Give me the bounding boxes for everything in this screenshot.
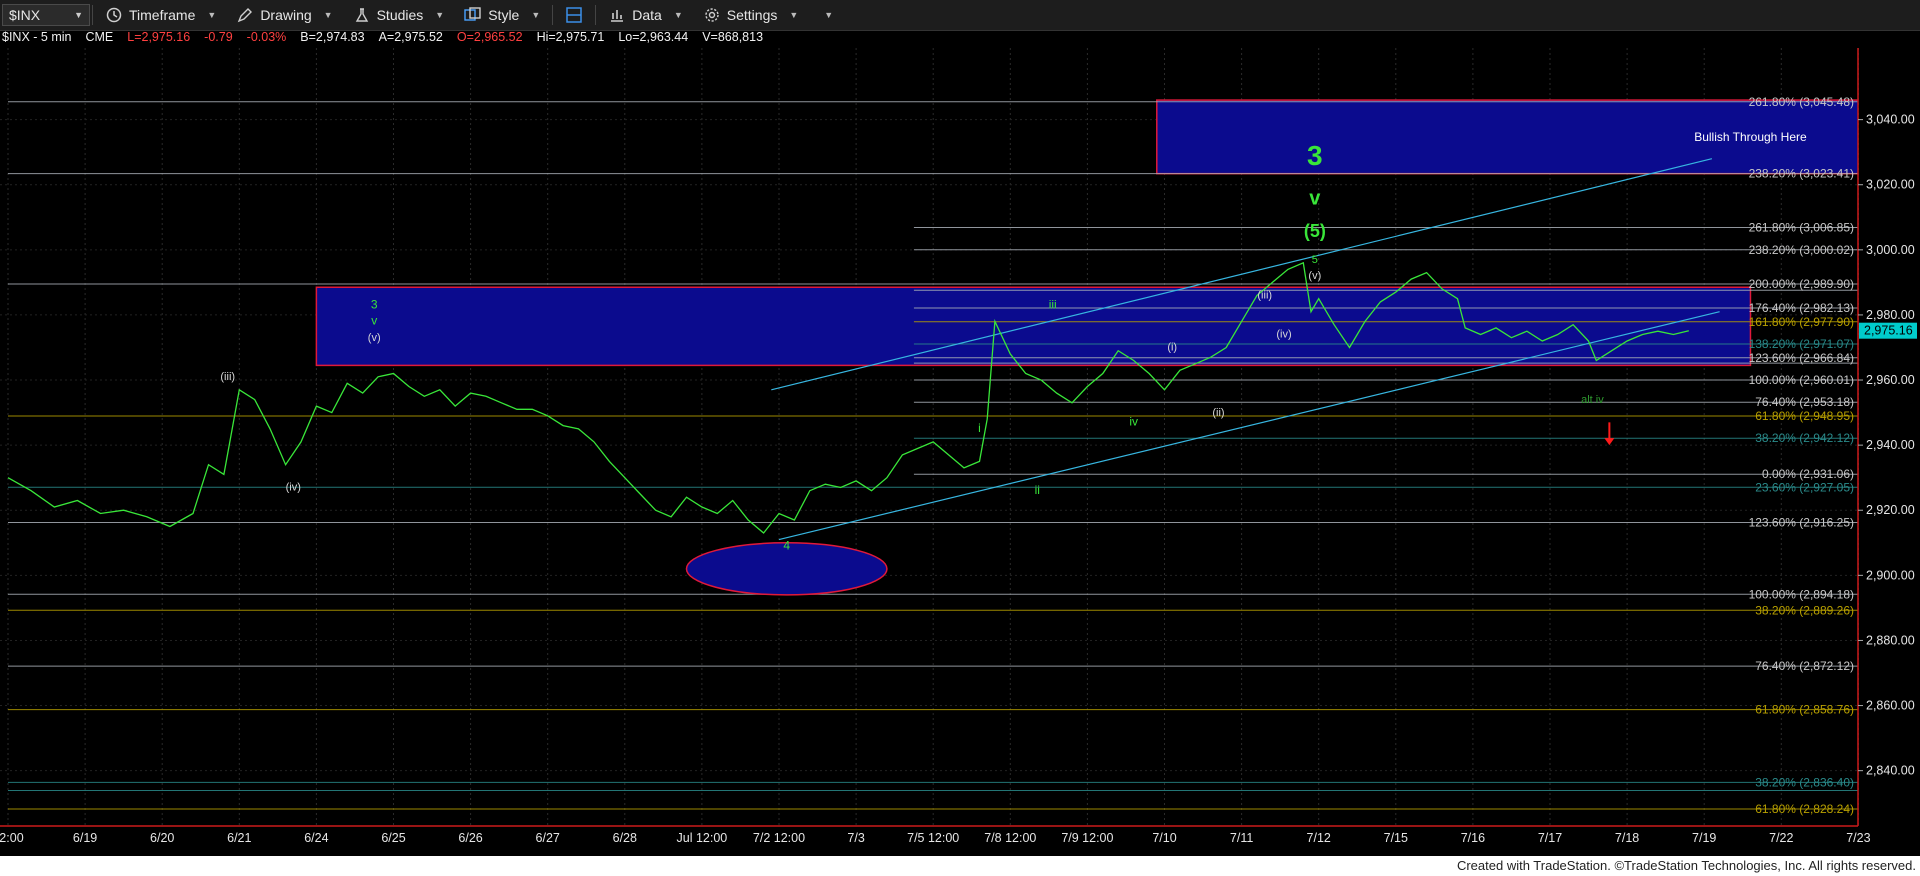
fib-level-label: 100.00% (2,894.18) (1749, 587, 1854, 601)
wave-label: (i) (1167, 342, 1177, 354)
time-axis-label: 7/19 (1692, 831, 1716, 845)
wave-label: (iv) (286, 482, 301, 494)
time-axis-label: 6/25 (381, 831, 405, 845)
wave-label: iii (1049, 297, 1057, 311)
wave-label: (iv) (1276, 329, 1291, 341)
fib-level-label: 261.80% (3,006.85) (1749, 221, 1854, 235)
box-label: Bullish Through Here (1694, 130, 1807, 144)
price-axis-label: 2,840.00 (1866, 764, 1915, 778)
fib-level-label: 176.40% (2,982.13) (1749, 301, 1854, 315)
fib-level-label: 161.80% (2,977.90) (1749, 315, 1854, 329)
wave-label: (v) (368, 332, 381, 344)
fib-level-label: 76.40% (2,953.18) (1755, 395, 1854, 409)
plot-layer: Bullish Through HereUPPER SUPPORT3v(5)5(… (7, 99, 1920, 810)
wave-label: 3 (1307, 140, 1323, 171)
price-axis-label: 2,860.00 (1866, 699, 1915, 713)
wave-label: 5 (1312, 254, 1318, 266)
price-axis-label: 2,920.00 (1866, 503, 1915, 517)
wave-label: v (371, 314, 377, 328)
time-axis-label: 7/16 (1461, 831, 1485, 845)
time-axis-label: 6/24 (304, 831, 328, 845)
wave-label: alt iv (1581, 394, 1604, 406)
time-axis-label: 7/9 12:00 (1061, 831, 1113, 845)
time-axis-label: 6/20 (150, 831, 174, 845)
fib-level-label: 200.00% (2,989.90) (1749, 277, 1854, 291)
wave-label: ii (1035, 483, 1040, 497)
wave-label: (iii) (220, 371, 235, 383)
target-box[interactable] (1905, 594, 1920, 782)
wave-label: 4 (783, 538, 790, 552)
time-axis-label: 6/27 (536, 831, 560, 845)
wave-label: (ii) (1212, 407, 1224, 419)
target-box[interactable] (315, 286, 1752, 367)
price-axis-label: 2,940.00 (1866, 438, 1915, 452)
fib-level-label: 0.00% (2,931.06) (1762, 467, 1854, 481)
time-axis-label: 7/8 12:00 (984, 831, 1036, 845)
time-axis-label: 6/28 (613, 831, 637, 845)
footer: Created with TradeStation. ©TradeStation… (0, 856, 1920, 876)
fib-level-label: 100.00% (2,960.01) (1749, 373, 1854, 387)
time-axis-label: 7/12 (1307, 831, 1331, 845)
footer-credit: Created with TradeStation. ©TradeStation… (1456, 858, 1916, 873)
wave-label: 3 (371, 297, 378, 311)
fib-level-label: 123.60% (2,966.84) (1749, 351, 1854, 365)
time-axis-label: 6/26 (458, 831, 482, 845)
last-price-tag-label: 2,975.16 (1864, 324, 1913, 338)
time-axis-label: 7/2 12:00 (753, 831, 805, 845)
wave-label: (5) (1304, 221, 1326, 241)
wave-label: (v) (1308, 270, 1321, 282)
time-axis-label: 7/15 (1384, 831, 1408, 845)
time-axis-label: 6/19 (73, 831, 97, 845)
fib-level-label: 76.40% (2,872.12) (1755, 659, 1854, 673)
time-axis-label: 7/11 (1230, 831, 1253, 845)
price-chart[interactable]: Bullish Through HereUPPER SUPPORT3v(5)5(… (0, 0, 1920, 856)
price-axis-label: 3,000.00 (1866, 243, 1915, 257)
price-axis-label: 2,900.00 (1866, 568, 1915, 582)
time-axis-label: 7/22 (1769, 831, 1793, 845)
down-arrow-icon (1604, 438, 1615, 446)
fib-level-label: 61.80% (2,858.76) (1755, 703, 1854, 717)
fib-level-label: 38.20% (2,836.40) (1755, 775, 1854, 789)
wave-label: (iii) (1257, 290, 1272, 302)
price-axis-label: 3,020.00 (1866, 178, 1915, 192)
price-axis-label: 2,960.00 (1866, 373, 1915, 387)
time-axis-label: 12:00 (0, 831, 24, 845)
time-axis-label: 7/3 (847, 831, 864, 845)
fib-level-label: 38.20% (2,942.12) (1755, 431, 1854, 445)
fib-level-label: 261.80% (3,045.48) (1749, 95, 1854, 109)
price-axis-label: 2,980.00 (1866, 308, 1915, 322)
wave-label: i (978, 421, 981, 435)
fib-level-label: 238.20% (3,000.02) (1749, 243, 1854, 257)
time-axis-label: 6/21 (227, 831, 251, 845)
time-axis-label: Jul 12:00 (677, 831, 728, 845)
fib-level-label: 238.20% (3,023.41) (1749, 167, 1854, 181)
fib-level-label: 123.60% (2,916.25) (1749, 515, 1854, 529)
time-axis-label: 7/10 (1152, 831, 1176, 845)
time-axis-label: 7/17 (1538, 831, 1562, 845)
time-axis-label: 7/23 (1846, 831, 1870, 845)
price-axis-label: 3,040.00 (1866, 113, 1915, 127)
time-axis-label: 7/18 (1615, 831, 1639, 845)
fib-level-label: 61.80% (2,948.95) (1755, 409, 1854, 423)
fib-level-label: 61.80% (2,828.24) (1755, 802, 1854, 816)
fib-level-label: 38.20% (2,889.26) (1755, 603, 1854, 617)
fib-level-label: 138.20% (2,971.07) (1749, 337, 1854, 351)
wave-label: iv (1129, 415, 1138, 429)
fib-level-label: 23.60% (2,927.05) (1755, 480, 1854, 494)
time-axis-label: 7/5 12:00 (907, 831, 959, 845)
wave-label: v (1309, 187, 1321, 209)
price-axis-label: 2,880.00 (1866, 633, 1915, 647)
